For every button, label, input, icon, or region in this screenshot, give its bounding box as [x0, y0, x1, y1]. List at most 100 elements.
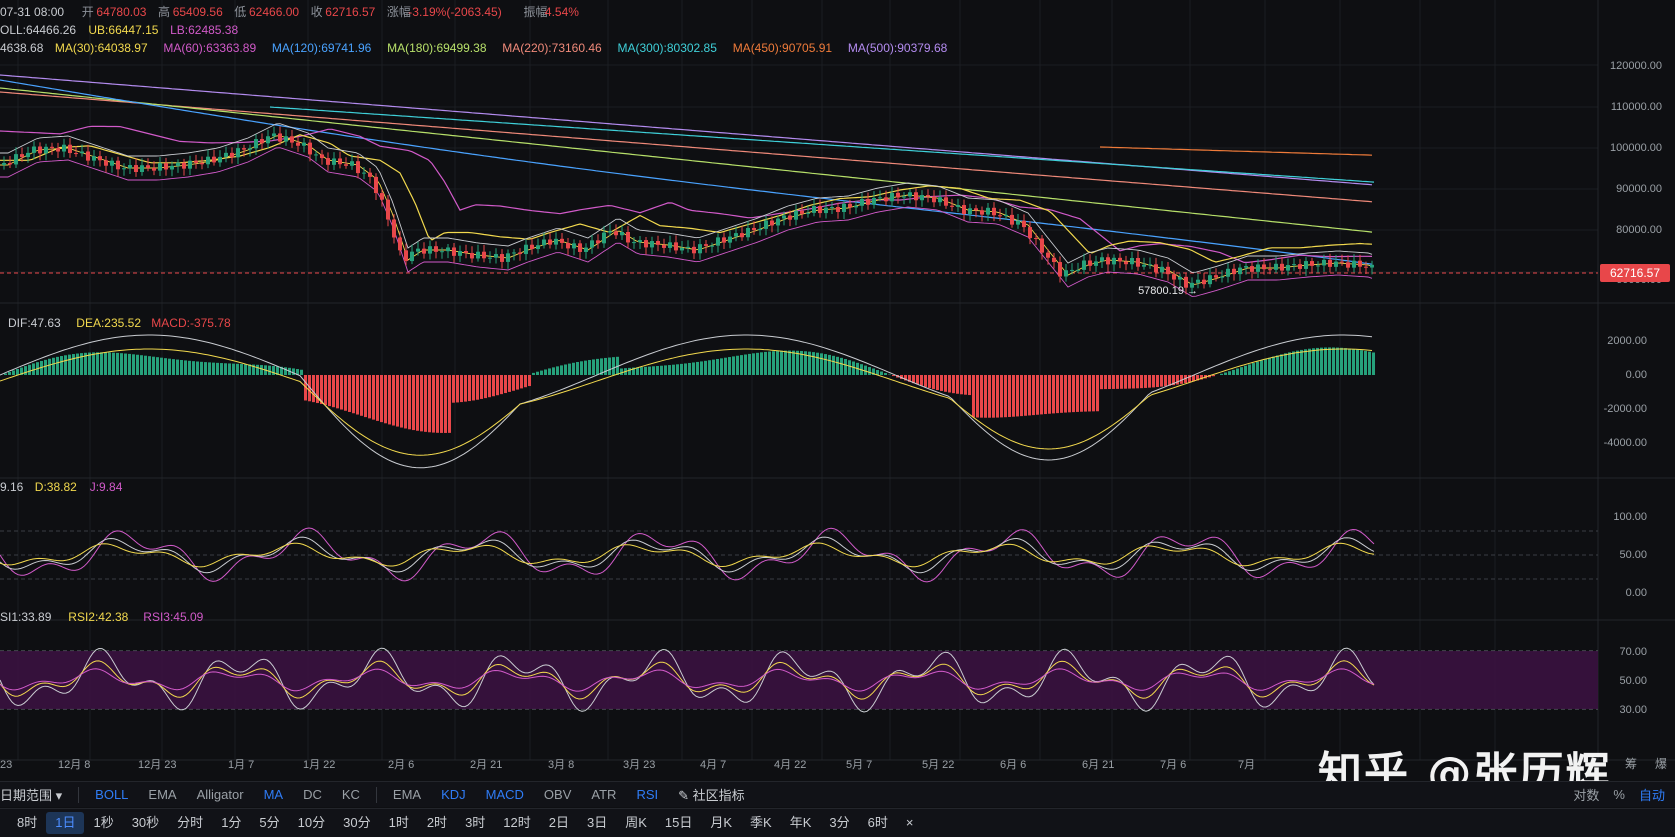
- ohlc-header-item: 62466.00: [249, 5, 299, 19]
- candle-body: [1076, 270, 1080, 271]
- date-range-button[interactable]: 日期范围 ▾: [0, 785, 72, 804]
- candle-body: [830, 207, 834, 208]
- macd-bar: [1076, 375, 1079, 412]
- macd-bar: [448, 375, 451, 433]
- candle-body: [674, 242, 678, 250]
- candle-body: [1064, 270, 1068, 276]
- timeframe-7[interactable]: 10分: [289, 812, 334, 834]
- candle-body: [662, 245, 666, 248]
- candle-body: [1352, 261, 1356, 268]
- rsi-legend-item: RSI2:42.38: [68, 610, 128, 624]
- macd-bar: [796, 351, 799, 375]
- macd-bar: [960, 375, 963, 394]
- sub-indicator-atr[interactable]: ATR: [581, 787, 626, 802]
- macd-bar: [116, 353, 119, 375]
- timeframe-1[interactable]: 1日: [46, 812, 84, 834]
- timeframe-17[interactable]: 月K: [701, 812, 741, 834]
- macd-bar: [644, 367, 647, 375]
- ma-legend-item: 4638.68: [0, 41, 44, 55]
- candle-body: [824, 208, 828, 213]
- timeframe-16[interactable]: 15日: [656, 812, 701, 834]
- timeframe-5[interactable]: 1分: [212, 812, 250, 834]
- candle-body: [1058, 262, 1062, 276]
- timeframe-11[interactable]: 3时: [456, 812, 494, 834]
- macd-bar: [1260, 360, 1263, 375]
- auto-scale-toggle[interactable]: 自动: [1629, 785, 1675, 804]
- candle-body: [1166, 267, 1170, 274]
- indicator-kc[interactable]: KC: [332, 787, 370, 802]
- timeframe-4[interactable]: 分时: [168, 812, 212, 834]
- candle-body: [1292, 264, 1296, 265]
- macd-bar: [140, 355, 143, 375]
- date-axis-label: 3月 8: [548, 759, 574, 771]
- sub-indicator-ema[interactable]: EMA: [383, 787, 431, 802]
- macd-bar: [720, 358, 723, 375]
- candle-body: [1100, 257, 1104, 261]
- timeframe-15[interactable]: 周K: [616, 812, 656, 834]
- candle-body: [998, 215, 1002, 216]
- indicator-ma[interactable]: MA: [254, 787, 294, 802]
- candle-body: [602, 233, 606, 244]
- timeframe-9[interactable]: 1时: [380, 812, 418, 834]
- indicator-boll[interactable]: BOLL: [85, 787, 138, 802]
- macd-bar: [564, 364, 567, 375]
- timeframe-8[interactable]: 30分: [334, 812, 379, 834]
- timeframe-12[interactable]: 12时: [494, 812, 539, 834]
- timeframe-2[interactable]: 1秒: [84, 812, 122, 834]
- timeframe-3[interactable]: 30秒: [123, 812, 168, 834]
- candle-body: [1322, 260, 1326, 266]
- macd-bar: [1112, 375, 1115, 389]
- macd-bar: [268, 366, 271, 375]
- macd-bar: [1012, 375, 1015, 417]
- indicator-ema[interactable]: EMA: [138, 787, 186, 802]
- ohlc-header-item: 开: [82, 5, 94, 19]
- candle-body: [1268, 269, 1272, 270]
- timeframe-6[interactable]: 5分: [250, 812, 288, 834]
- candle-body: [812, 206, 816, 213]
- macd-bar: [1228, 371, 1231, 375]
- candle-body: [1244, 266, 1248, 268]
- macd-bar: [1224, 372, 1227, 375]
- candle-body: [920, 195, 924, 200]
- chart-canvas[interactable]: 07-31 08:00开64780.03高65409.56低62466.00收6…: [0, 0, 1675, 780]
- timeframe-19[interactable]: 年K: [781, 812, 821, 834]
- percent-scale-toggle[interactable]: %: [1609, 787, 1629, 802]
- candle-body: [752, 228, 756, 230]
- macd-bar: [380, 375, 383, 422]
- timeframe-0[interactable]: 8时: [8, 812, 46, 834]
- log-scale-toggle[interactable]: 对数: [1563, 785, 1609, 804]
- macd-bar: [412, 375, 415, 430]
- timeframe-20[interactable]: 3分: [820, 812, 858, 834]
- macd-bar: [1108, 375, 1111, 389]
- candle-body: [1010, 215, 1014, 225]
- timeframe-13[interactable]: 2日: [540, 812, 578, 834]
- sub-indicator-macd[interactable]: MACD: [476, 787, 534, 802]
- candle-body: [542, 240, 546, 246]
- timeframe-14[interactable]: 3日: [578, 812, 616, 834]
- macd-bar: [660, 366, 663, 375]
- community-indicators-button[interactable]: ✎ 社区指标: [668, 785, 755, 804]
- macd-bar: [356, 375, 359, 415]
- candle-body: [392, 220, 396, 238]
- macd-bar: [420, 375, 423, 431]
- indicator-dc[interactable]: DC: [293, 787, 332, 802]
- macd-bar: [688, 363, 691, 375]
- candle-body: [842, 204, 846, 212]
- timeframe-10[interactable]: 2时: [418, 812, 456, 834]
- close-icon[interactable]: ×: [897, 812, 923, 834]
- candle-body: [716, 237, 720, 245]
- timeframe-21[interactable]: 6时: [859, 812, 897, 834]
- timeframe-18[interactable]: 季K: [741, 812, 781, 834]
- macd-bar: [184, 360, 187, 375]
- indicator-alligator[interactable]: Alligator: [187, 787, 254, 802]
- macd-bar: [1068, 375, 1071, 412]
- macd-bar: [988, 375, 991, 418]
- sub-indicator-obv[interactable]: OBV: [534, 787, 581, 802]
- timeframe-toolbar: 8时1日1秒30秒分时1分5分10分30分1时2时3时12时2日3日周K15日月…: [0, 808, 1675, 837]
- sub-indicator-rsi[interactable]: RSI: [626, 787, 668, 802]
- macd-bar: [964, 375, 967, 395]
- macd-bar: [92, 352, 95, 375]
- macd-bar: [984, 375, 987, 418]
- macd-bar: [212, 363, 215, 375]
- sub-indicator-kdj[interactable]: KDJ: [431, 787, 476, 802]
